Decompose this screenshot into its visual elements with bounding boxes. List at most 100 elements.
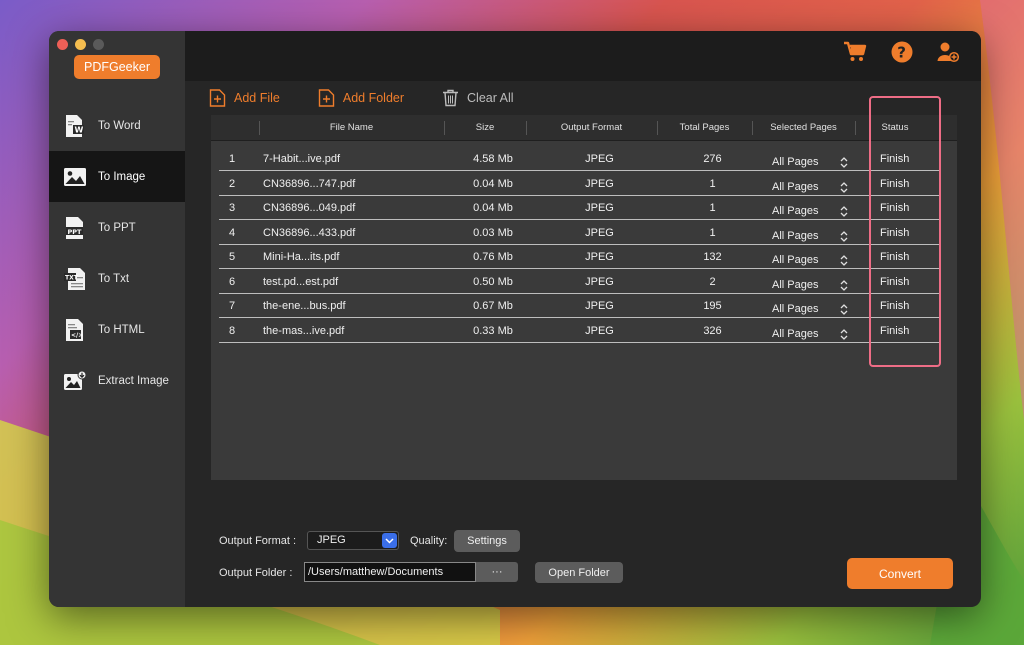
total-pages: 276 — [703, 153, 722, 165]
output-format: JPEG — [585, 177, 614, 190]
file-name: Mini-Ha...its.pdf — [263, 251, 340, 263]
sidebar-item-extract-image[interactable]: Extract Image — [49, 355, 185, 406]
clear-all-button[interactable]: Clear All — [442, 89, 514, 107]
table-row[interactable]: 4 CN36896...433.pdf 0.03 Mb JPEG 1 Finish All … — [219, 221, 939, 245]
table-row[interactable]: 7 the-ene...bus.pdf 0.67 Mb JPEG 195 Finish Al… — [219, 294, 939, 318]
close-window-button[interactable] — [57, 39, 68, 50]
file-size: 0.50 Mb — [473, 275, 513, 288]
up-down-chevron-icon — [840, 304, 848, 318]
output-format-value: JPEG — [317, 534, 346, 546]
clear-all-label: Clear All — [467, 91, 514, 105]
sidebar-item-to-image[interactable]: To Image — [49, 151, 185, 202]
selected-pages-value: All Pages — [772, 278, 819, 291]
up-down-chevron-icon — [840, 328, 848, 343]
table-row[interactable]: 5 Mini-Ha...its.pdf 0.76 Mb JPEG 132 Finish Al… — [219, 245, 939, 269]
output-folder-label: Output Folder : — [219, 567, 293, 579]
svg-text:?: ? — [897, 44, 906, 62]
svg-text:</>: </> — [71, 332, 83, 339]
convert-button[interactable]: Convert — [847, 558, 953, 589]
sidebar-item-label: To HTML — [98, 323, 145, 336]
sidebar-item-label: To Image — [98, 170, 146, 183]
row-number: 5 — [229, 251, 236, 263]
up-down-chevron-icon — [840, 157, 848, 171]
selected-pages-select[interactable]: All Pages — [772, 327, 848, 340]
quality-label: Quality: — [410, 535, 448, 547]
output-folder-field[interactable]: /Users/matthew/Documents — [304, 562, 476, 582]
extract-image-icon — [63, 369, 87, 393]
row-number: 4 — [229, 226, 236, 239]
selected-pages-value: All Pages — [772, 156, 819, 168]
open-folder-button[interactable]: Open Folder — [535, 562, 623, 583]
column-header-selected-pages[interactable]: Selected Pages — [752, 122, 855, 133]
total-pages: 1 — [709, 202, 716, 214]
selected-pages-select[interactable]: All Pages — [772, 229, 848, 242]
selected-pages-select[interactable]: All Pages — [772, 180, 848, 193]
brand-logo: PDFGeeker — [74, 55, 160, 79]
trash-icon — [443, 89, 459, 107]
title-bar: ? — [185, 31, 981, 81]
table-row[interactable]: 6 test.pd...est.pdf 0.50 Mb JPEG 2 Finish All … — [219, 270, 939, 294]
table-row[interactable]: 3 CN36896...049.pdf 0.04 Mb JPEG 1 Finish All … — [219, 196, 939, 220]
up-down-chevron-icon — [840, 230, 848, 245]
file-name: 7-Habit...ive.pdf — [263, 153, 341, 165]
sidebar-item-to-html[interactable]: </> To HTML — [49, 304, 185, 355]
file-size: 0.67 Mb — [473, 300, 513, 312]
help-icon[interactable]: ? — [891, 41, 913, 63]
chevron-down-icon — [382, 533, 397, 548]
output-format-select[interactable]: JPEG — [307, 531, 399, 550]
minimize-window-button[interactable] — [75, 39, 86, 50]
sidebar-item-to-word[interactable]: W To Word — [49, 100, 185, 151]
sidebar-item-label: To Txt — [98, 272, 130, 285]
svg-text:PPT: PPT — [68, 227, 83, 235]
file-name: CN36896...049.pdf — [263, 202, 356, 214]
selected-pages-select[interactable]: All Pages — [772, 156, 848, 168]
output-format: JPEG — [585, 251, 614, 263]
add-folder-icon — [318, 89, 335, 107]
user-add-icon[interactable] — [937, 41, 960, 63]
toolbar: Add File Add Folder Clear All — [209, 89, 552, 107]
file-size: 0.04 Mb — [473, 177, 513, 190]
selected-pages-select[interactable]: All Pages — [772, 205, 848, 217]
file-name: CN36896...747.pdf — [263, 177, 356, 190]
output-format: JPEG — [585, 202, 614, 214]
file-size: 0.33 Mb — [473, 324, 513, 337]
add-file-button[interactable]: Add File — [209, 89, 280, 107]
selected-pages-select[interactable]: All Pages — [772, 303, 848, 315]
up-down-chevron-icon — [840, 279, 848, 294]
table-row[interactable]: 2 CN36896...747.pdf 0.04 Mb JPEG 1 Finish All … — [219, 172, 939, 196]
browse-folder-button[interactable]: ··· — [476, 562, 518, 582]
add-folder-button[interactable]: Add Folder — [318, 89, 404, 107]
settings-button[interactable]: Settings — [454, 530, 520, 552]
file-table: File Name Size Output Format Total Pages… — [211, 115, 957, 480]
selected-pages-value: All Pages — [772, 229, 819, 242]
sidebar: PDFGeeker W To Word To Image PPT To PPT — [49, 31, 185, 607]
sidebar-item-label: To Word — [98, 119, 141, 132]
column-header-size[interactable]: Size — [444, 122, 526, 133]
file-name: the-mas...ive.pdf — [263, 324, 345, 337]
column-header-output-format[interactable]: Output Format — [526, 122, 657, 133]
selected-pages-value: All Pages — [772, 327, 819, 340]
row-number: 6 — [229, 275, 236, 288]
column-header-file-name[interactable]: File Name — [259, 122, 444, 133]
total-pages: 132 — [703, 251, 722, 263]
selected-pages-select[interactable]: All Pages — [772, 278, 848, 291]
output-format: JPEG — [585, 226, 614, 239]
row-number: 7 — [229, 300, 236, 312]
selected-pages-select[interactable]: All Pages — [772, 254, 848, 266]
output-format-label: Output Format : — [219, 535, 297, 547]
selected-pages-value: All Pages — [772, 180, 819, 193]
output-format: JPEG — [585, 324, 614, 337]
sidebar-item-to-ppt[interactable]: PPT To PPT — [49, 202, 185, 253]
table-row[interactable]: 8 the-mas...ive.pdf 0.33 Mb JPEG 326 Finish Al… — [219, 319, 939, 343]
file-name: test.pd...est.pdf — [263, 275, 339, 288]
add-folder-label: Add Folder — [342, 91, 405, 105]
column-header-total-pages[interactable]: Total Pages — [657, 122, 752, 133]
zoom-window-button[interactable] — [93, 39, 104, 50]
sidebar-item-label: To PPT — [98, 221, 136, 234]
svg-text:W: W — [75, 125, 84, 134]
table-row[interactable]: 1 7-Habit...ive.pdf 4.58 Mb JPEG 276 Finish Al… — [219, 147, 939, 171]
html-doc-icon: </> — [63, 318, 87, 342]
sidebar-item-to-txt[interactable]: TXT To Txt — [49, 253, 185, 304]
file-size: 0.04 Mb — [473, 202, 513, 214]
cart-icon[interactable] — [843, 41, 867, 63]
